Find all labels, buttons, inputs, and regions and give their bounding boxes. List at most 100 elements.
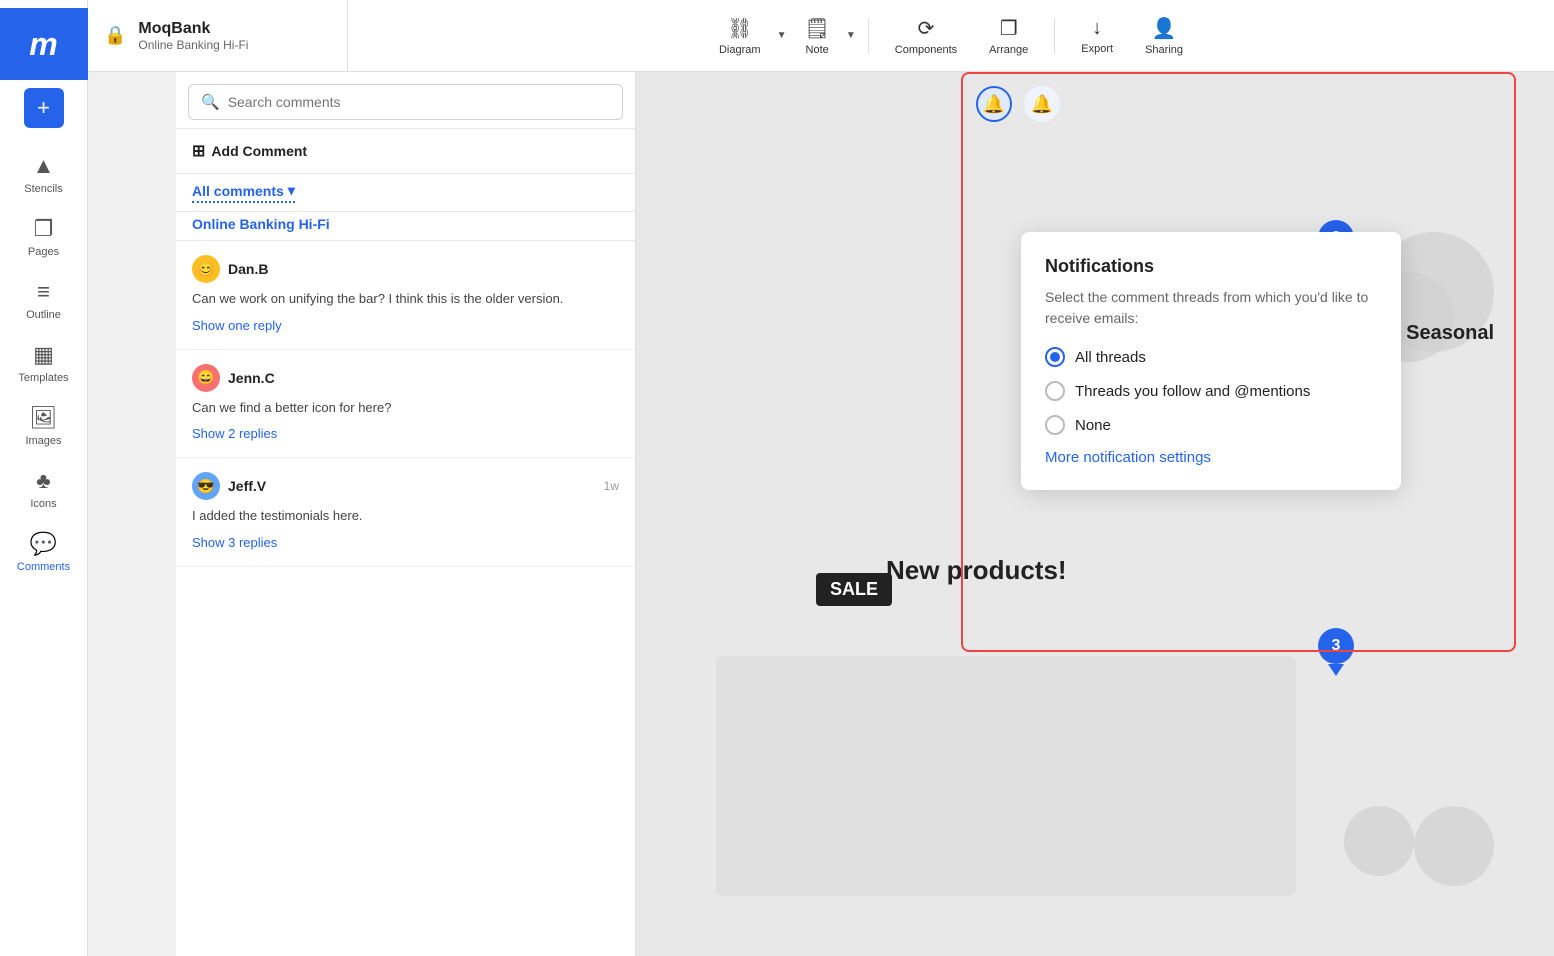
reply-link[interactable]: Show 2 replies xyxy=(192,426,277,441)
notification-title: Notifications xyxy=(1045,256,1377,277)
seasonal-label: Seasonal xyxy=(1406,322,1494,345)
export-button[interactable]: ↓ Export xyxy=(1067,11,1127,61)
table-row: 😊 Dan.B Can we work on unifying the bar?… xyxy=(176,241,635,350)
file-name: Online Banking Hi-Fi xyxy=(138,38,248,52)
arrange-label: Arrange xyxy=(989,44,1028,56)
radio-circle xyxy=(1045,347,1065,367)
sidebar-item-icons[interactable]: ♣ Icons xyxy=(6,459,82,518)
note-tool-group: 🗒 Note ▼ xyxy=(790,10,855,62)
search-input[interactable] xyxy=(228,94,610,110)
add-comment-icon: ⊞ xyxy=(192,141,205,161)
filter-label: All comments xyxy=(192,183,284,199)
icons-icon: ♣ xyxy=(30,467,58,495)
arrange-icon: ❐ xyxy=(1000,16,1018,41)
radio-option-all-threads[interactable]: All threads xyxy=(1045,347,1377,367)
sidebar-item-templates[interactable]: ▦ Templates xyxy=(6,333,82,392)
decorative-circle xyxy=(1344,806,1414,876)
add-comment-label: Add Comment xyxy=(211,143,307,159)
commenter-name: Dan.B xyxy=(228,261,268,277)
sidebar-item-images[interactable]: 🖼 Images xyxy=(6,396,82,455)
canvas-area[interactable]: 🔔 🔔 Notifications Select the comment thr… xyxy=(636,72,1554,956)
table-row: 😄 Jenn.C Can we find a better icon for h… xyxy=(176,350,635,459)
sharing-icon: 👤 xyxy=(1152,16,1177,41)
pin-circle: 3 xyxy=(1318,628,1354,664)
notification-description: Select the comment threads from which yo… xyxy=(1045,287,1377,329)
main-content: 🔍 ⊞ Add Comment All comments ▾ Online Ba… xyxy=(176,72,1554,956)
comments-panel: 🔍 ⊞ Add Comment All comments ▾ Online Ba… xyxy=(176,72,636,956)
avatar-emoji: 😊 xyxy=(197,261,214,278)
filter-row: All comments ▾ xyxy=(176,174,635,212)
sidebar-item-label: Outline xyxy=(26,309,61,321)
sidebar-item-comments[interactable]: 💬 Comments xyxy=(6,522,82,581)
comment-header: 😎 Jeff.V 1w xyxy=(192,472,619,500)
radio-option-follow-mentions[interactable]: Threads you follow and @mentions xyxy=(1045,381,1377,401)
outline-icon: ≡ xyxy=(30,278,58,306)
project-info: MoqBank Online Banking Hi-Fi xyxy=(138,20,248,52)
header-left-section: 🔒 MoqBank Online Banking Hi-Fi xyxy=(88,0,348,71)
sidebar-item-label: Stencils xyxy=(24,183,63,195)
radio-circle xyxy=(1045,381,1065,401)
diagram-icon: ⛓ xyxy=(727,16,752,41)
sidebar-item-pages[interactable]: ❐ Pages xyxy=(6,207,82,266)
arrange-button[interactable]: ❐ Arrange xyxy=(975,10,1042,62)
add-button[interactable]: + xyxy=(24,88,64,128)
export-icon: ↓ xyxy=(1092,17,1102,40)
sidebar-item-label: Pages xyxy=(28,246,59,258)
pin-label: 3 xyxy=(1332,637,1341,655)
all-comments-filter[interactable]: All comments ▾ xyxy=(192,182,295,203)
tool-separator-2 xyxy=(1054,18,1055,54)
comment-header: 😄 Jenn.C xyxy=(192,364,619,392)
reply-link[interactable]: Show one reply xyxy=(192,318,282,333)
project-name: MoqBank xyxy=(138,20,248,38)
radio-inner xyxy=(1050,352,1060,362)
components-button[interactable]: ⟳ Components xyxy=(881,10,971,62)
note-dropdown-arrow[interactable]: ▼ xyxy=(846,30,856,41)
bell-settings-icon: 🔔 xyxy=(1031,94,1053,115)
components-label: Components xyxy=(895,44,957,56)
sidebar-item-outline[interactable]: ≡ Outline xyxy=(6,270,82,329)
sidebar-item-label: Comments xyxy=(17,561,70,573)
reply-link[interactable]: Show 3 replies xyxy=(192,535,277,550)
file-link[interactable]: Online Banking Hi-Fi xyxy=(192,216,330,232)
tool-separator-1 xyxy=(868,18,869,54)
notification-popup: Notifications Select the comment threads… xyxy=(1021,232,1401,490)
diagram-button[interactable]: ⛓ Diagram xyxy=(705,10,775,62)
diagram-dropdown-arrow[interactable]: ▼ xyxy=(777,30,787,41)
bell-icon-button[interactable]: 🔔 xyxy=(976,86,1012,122)
comments-header: ⊞ Add Comment xyxy=(176,129,635,174)
diagram-label: Diagram xyxy=(719,44,761,56)
header-bar: 🔒 MoqBank Online Banking Hi-Fi ⛓ Diagram… xyxy=(88,0,1554,72)
plus-icon: + xyxy=(37,97,50,119)
components-icon: ⟳ xyxy=(918,16,935,41)
note-button[interactable]: 🗒 Note xyxy=(790,10,843,62)
filter-dropdown-arrow: ▾ xyxy=(288,182,295,199)
header-toolbar: ⛓ Diagram ▼ 🗒 Note ▼ ⟳ Components ❐ Arra… xyxy=(348,10,1554,62)
note-label: Note xyxy=(806,44,829,56)
sidebar-item-label: Images xyxy=(25,435,61,447)
pages-icon: ❐ xyxy=(30,215,58,243)
add-comment-button[interactable]: ⊞ Add Comment xyxy=(192,141,307,161)
sidebar: m + ▲ Stencils ❐ Pages ≡ Outline ▦ Templ… xyxy=(0,0,88,956)
avatar-emoji: 😄 xyxy=(197,369,214,386)
sharing-label: Sharing xyxy=(1145,44,1183,56)
comment-header: 😊 Dan.B xyxy=(192,255,619,283)
radio-option-none[interactable]: None xyxy=(1045,415,1377,435)
notification-bell-row: 🔔 🔔 xyxy=(976,86,1060,122)
bell-settings-button[interactable]: 🔔 xyxy=(1024,86,1060,122)
note-icon: 🗒 xyxy=(804,16,829,41)
pin-tail xyxy=(1328,664,1344,676)
avatar-emoji: 😎 xyxy=(197,478,214,495)
avatar: 😄 xyxy=(192,364,220,392)
sale-label: SALE xyxy=(830,579,878,599)
more-notification-settings-link[interactable]: More notification settings xyxy=(1045,449,1377,466)
templates-icon: ▦ xyxy=(30,341,58,369)
sharing-button[interactable]: 👤 Sharing xyxy=(1131,10,1197,62)
new-products-label: New products! xyxy=(886,555,1067,586)
search-icon: 🔍 xyxy=(201,93,220,111)
images-icon: 🖼 xyxy=(30,404,58,432)
search-bar-row: 🔍 xyxy=(176,72,635,129)
file-link-row: Online Banking Hi-Fi xyxy=(176,212,635,241)
lock-icon: 🔒 xyxy=(104,25,126,46)
radio-label: All threads xyxy=(1075,349,1146,366)
sidebar-item-stencils[interactable]: ▲ Stencils xyxy=(6,144,82,203)
